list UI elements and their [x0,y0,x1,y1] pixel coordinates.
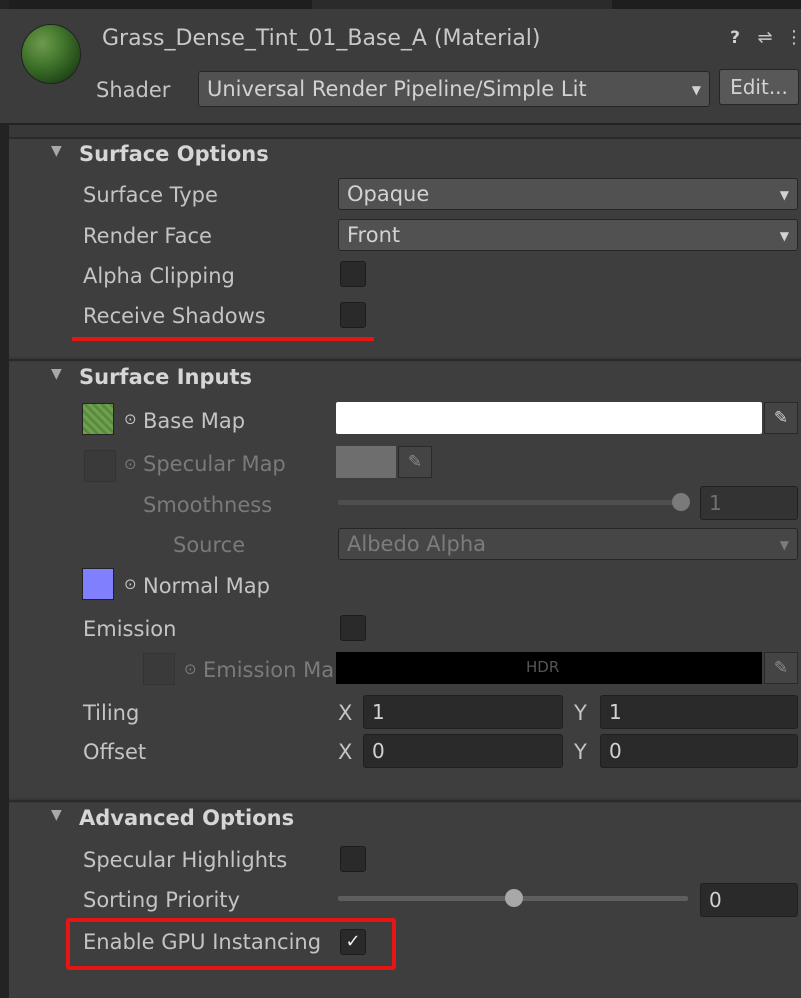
tiling-y-field[interactable]: 1 [600,695,798,729]
specular-highlights-label: Specular Highlights [83,848,288,872]
section-title: Advanced Options [79,806,295,830]
surface-inputs-header[interactable]: ▼ Surface Inputs [9,362,801,398]
eyedropper-icon[interactable]: ✎ [398,446,432,478]
emission-map-thumbnail[interactable] [143,653,175,685]
help-icon[interactable]: ? [724,27,746,49]
offset-y-label: Y [574,740,587,764]
emission-hdr-color-field[interactable]: HDR [336,652,762,684]
specular-color-field[interactable] [336,446,396,478]
tiling-label: Tiling [83,701,140,725]
source-value: Albedo Alpha [347,532,487,556]
source-label: Source [173,533,246,557]
offset-label: Offset [83,740,147,764]
alpha-clipping-label: Alpha Clipping [83,264,235,288]
smoothness-slider-track[interactable] [338,500,688,505]
base-map-thumbnail[interactable] [82,403,114,435]
left-border [0,0,9,998]
alpha-clipping-checkbox[interactable] [340,261,366,287]
advanced-options-header[interactable]: ▼ Advanced Options [9,803,801,839]
shader-dropdown[interactable]: Universal Render Pipeline/Simple Lit ▼ [198,71,710,107]
offset-x-label: X [338,740,353,764]
render-face-value: Front [347,223,401,247]
hdr-label: HDR [526,658,560,676]
foldout-triangle-icon: ▼ [51,143,62,159]
specular-map-label: Specular Map [143,452,286,476]
surface-type-dropdown[interactable]: Opaque ▼ [338,178,798,210]
foldout-triangle-icon: ▼ [51,366,62,382]
emission-checkbox[interactable] [340,615,366,641]
offset-y-field[interactable]: 0 [600,734,798,768]
surface-type-label: Surface Type [83,183,218,207]
sorting-priority-slider-handle[interactable] [505,889,523,907]
emission-map-label: Emission Ma [203,658,335,682]
offset-x-field[interactable]: 0 [363,734,563,768]
section-title: Surface Inputs [79,365,253,389]
material-title: Grass_Dense_Tint_01_Base_A (Material) [102,26,541,51]
object-picker-icon[interactable]: ⊙ [124,455,137,473]
chevron-down-icon: ▼ [779,229,789,243]
emission-label: Emission [83,617,177,641]
window-top-strip [0,0,801,9]
eyedropper-icon[interactable]: ✎ [764,652,798,684]
base-map-label: Base Map [143,409,246,433]
foldout-triangle-icon: ▼ [51,807,62,823]
eyedropper-icon[interactable]: ✎ [764,402,798,434]
tiling-y-label: Y [574,701,587,725]
sorting-priority-value-field[interactable]: 0 [700,883,798,917]
shader-label: Shader [96,78,171,102]
red-underline-annotation [72,337,374,341]
receive-shadows-label: Receive Shadows [83,304,266,328]
chevron-down-icon: ▼ [779,188,789,202]
divider [9,800,801,802]
edit-shader-button[interactable]: Edit... [719,69,799,105]
receive-shadows-checkbox[interactable] [340,302,366,328]
smoothness-slider-handle[interactable] [672,493,690,511]
render-face-label: Render Face [83,224,212,248]
more-options-icon[interactable]: ⋮ [785,27,801,49]
section-title: Surface Options [79,142,269,166]
tiling-x-label: X [338,701,353,725]
source-dropdown[interactable]: Albedo Alpha ▼ [338,528,798,560]
object-picker-icon[interactable]: ⊙ [124,575,137,593]
tiling-x-field[interactable]: 1 [363,695,563,729]
chevron-down-icon: ▼ [779,538,789,552]
object-picker-icon[interactable]: ⊙ [124,410,137,428]
shader-value: Universal Render Pipeline/Simple Lit [207,77,587,101]
specular-map-thumbnail[interactable] [84,450,116,482]
preset-icon[interactable]: ⇌ [754,27,776,49]
specular-highlights-checkbox[interactable] [340,846,366,872]
base-map-color-field[interactable] [336,402,762,434]
header-divider [9,123,801,125]
smoothness-label: Smoothness [143,493,273,517]
normal-map-label: Normal Map [143,574,270,598]
normal-map-thumbnail[interactable] [82,568,114,600]
smoothness-value-field[interactable]: 1 [700,486,798,520]
divider [9,359,801,361]
red-box-annotation [66,918,396,970]
material-preview-sphere[interactable] [22,25,80,83]
object-picker-icon[interactable]: ⊙ [184,660,197,678]
render-face-dropdown[interactable]: Front ▼ [338,219,798,251]
surface-options-header[interactable]: ▼ Surface Options [9,139,801,175]
surface-type-value: Opaque [347,182,430,206]
sorting-priority-label: Sorting Priority [83,888,240,912]
chevron-down-icon: ▼ [691,83,701,97]
